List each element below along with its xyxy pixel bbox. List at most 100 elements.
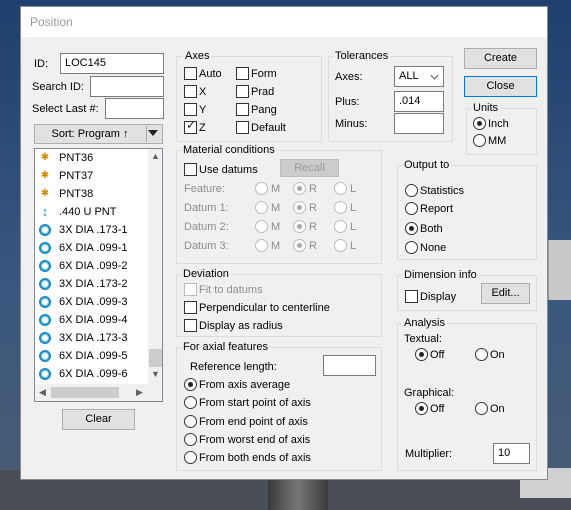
scroll-right-icon[interactable]: ▶	[132, 385, 147, 400]
mc-datum2-l-radio[interactable]	[334, 220, 347, 233]
units-mm-radio[interactable]	[473, 134, 486, 147]
tol-minus-input[interactable]	[394, 113, 444, 134]
select-last-input[interactable]	[105, 98, 164, 119]
dimension-display-checkbox[interactable]	[405, 290, 418, 303]
axis-default-checkbox[interactable]	[236, 121, 249, 134]
mc-datum1-r-radio[interactable]	[293, 201, 306, 214]
mc-feature-r-radio[interactable]	[293, 182, 306, 195]
sort-dropdown-arrow-icon[interactable]	[148, 130, 158, 136]
analysis-title: Analysis	[402, 317, 447, 330]
axis-x-label: X	[199, 86, 207, 98]
circle-icon	[39, 332, 51, 344]
axes-group: Axes	[176, 50, 322, 142]
multiplier-input[interactable]: 10	[493, 443, 530, 464]
horizontal-scroll-thumb[interactable]	[51, 387, 119, 398]
graphical-off-radio[interactable]	[415, 402, 428, 415]
id-label: ID:	[34, 58, 49, 70]
output-statistics-radio[interactable]	[405, 184, 418, 197]
axial-features-title: For axial features	[181, 341, 270, 354]
title-bar[interactable]: Position	[21, 7, 547, 37]
use-datums-checkbox[interactable]	[184, 163, 197, 176]
axis-worst-radio[interactable]	[184, 433, 197, 446]
axis-x-checkbox[interactable]	[184, 85, 197, 98]
sort-button[interactable]: Sort: Program ↑	[34, 124, 163, 144]
recall-button[interactable]: Recall	[280, 159, 339, 177]
tol-plus-input[interactable]: .014	[394, 91, 444, 112]
scroll-thumb[interactable]	[149, 349, 162, 367]
mc-l-label: L	[350, 221, 357, 233]
mc-datum3-r-radio[interactable]	[293, 239, 306, 252]
output-none-radio[interactable]	[405, 241, 418, 254]
circle-icon	[39, 224, 51, 236]
scroll-up-icon[interactable]: ▲	[148, 149, 162, 164]
edit-button[interactable]: Edit...	[481, 283, 530, 304]
list-item[interactable]: ✱ PNT36	[35, 149, 147, 167]
axis-auto-checkbox[interactable]	[184, 67, 197, 80]
axis-end-radio[interactable]	[184, 415, 197, 428]
list-item[interactable]: ✱ PNT37	[35, 167, 147, 185]
graphical-on-radio[interactable]	[475, 402, 488, 415]
mc-datum1-label: Datum 1:	[184, 202, 229, 214]
close-button[interactable]: Close	[464, 76, 537, 97]
reference-length-label: Reference length:	[190, 361, 277, 373]
mc-datum2-r-radio[interactable]	[293, 220, 306, 233]
dimension-display-label: Display	[420, 291, 457, 303]
output-both-radio[interactable]	[405, 222, 418, 235]
window-title: Position	[30, 15, 73, 29]
select-last-label: Select Last #:	[32, 103, 99, 115]
mc-datum1-l-radio[interactable]	[334, 201, 347, 214]
axis-start-label: From start point of axis	[199, 397, 311, 409]
list-item[interactable]: 3X DIA .173-2	[35, 275, 147, 293]
axis-average-radio[interactable]	[184, 378, 197, 391]
create-button[interactable]: Create	[464, 48, 537, 69]
id-input[interactable]: LOC145	[60, 53, 164, 74]
fit-to-datums-checkbox[interactable]	[184, 283, 197, 296]
axis-pang-checkbox[interactable]	[236, 103, 249, 116]
circle-icon	[39, 368, 51, 380]
axis-prad-checkbox[interactable]	[236, 85, 249, 98]
mc-datum3-l-radio[interactable]	[334, 239, 347, 252]
axis-form-checkbox[interactable]	[236, 67, 249, 80]
axis-z-checkbox[interactable]: ✓	[184, 119, 197, 134]
list-item[interactable]: 6X DIA .099-2	[35, 257, 147, 275]
mc-feature-l-radio[interactable]	[334, 182, 347, 195]
tol-axes-select[interactable]: ALL	[394, 66, 444, 87]
vertical-scrollbar[interactable]: ▲ ▼	[148, 149, 162, 401]
list-item[interactable]: 6X DIA .099-6	[35, 365, 147, 383]
output-report-radio[interactable]	[405, 202, 418, 215]
mc-feature-m-radio[interactable]	[255, 182, 268, 195]
mc-datum3-m-radio[interactable]	[255, 239, 268, 252]
horizontal-scrollbar[interactable]: ◀ ▶	[35, 384, 148, 401]
list-item[interactable]: 6X DIA .099-1	[35, 239, 147, 257]
feature-list[interactable]: ✱ PNT36 ✱ PNT37 ✱ PNT38 ↕ .440 U PNT 3X DIA …	[34, 148, 163, 402]
textual-off-radio[interactable]	[415, 348, 428, 361]
axis-both-radio[interactable]	[184, 451, 197, 464]
tol-plus-label: Plus:	[335, 96, 360, 108]
perpendicular-checkbox[interactable]	[184, 301, 197, 314]
textual-on-radio[interactable]	[475, 348, 488, 361]
list-item[interactable]: ↕ .440 U PNT	[35, 203, 147, 221]
axis-y-checkbox[interactable]	[184, 103, 197, 116]
reference-length-input[interactable]	[323, 355, 376, 376]
mc-datum2-m-radio[interactable]	[255, 220, 268, 233]
list-item[interactable]: 6X DIA .099-3	[35, 293, 147, 311]
scroll-down-icon[interactable]: ▼	[148, 367, 162, 382]
display-radius-checkbox[interactable]	[184, 319, 197, 332]
list-item[interactable]: ✱ PNT38	[35, 185, 147, 203]
clear-button[interactable]: Clear	[62, 409, 135, 430]
textual-off-label: Off	[430, 349, 445, 361]
list-item[interactable]: 3X DIA .173-3	[35, 329, 147, 347]
tol-minus-label: Minus:	[335, 118, 368, 130]
search-id-input[interactable]	[90, 76, 164, 97]
units-inch-radio[interactable]	[473, 117, 486, 130]
mc-datum1-m-radio[interactable]	[255, 201, 268, 214]
u-point-icon: ↕	[41, 204, 49, 219]
list-item[interactable]: 3X DIA .173-1	[35, 221, 147, 239]
list-item[interactable]: 6X DIA .099-4	[35, 311, 147, 329]
list-item[interactable]: 6X DIA .099-5	[35, 347, 147, 365]
tol-axes-value: ALL	[399, 70, 419, 82]
scroll-left-icon[interactable]: ◀	[35, 385, 50, 400]
display-radius-label: Display as radius	[199, 320, 283, 332]
axis-z-label: Z	[199, 122, 206, 134]
axis-start-radio[interactable]	[184, 396, 197, 409]
